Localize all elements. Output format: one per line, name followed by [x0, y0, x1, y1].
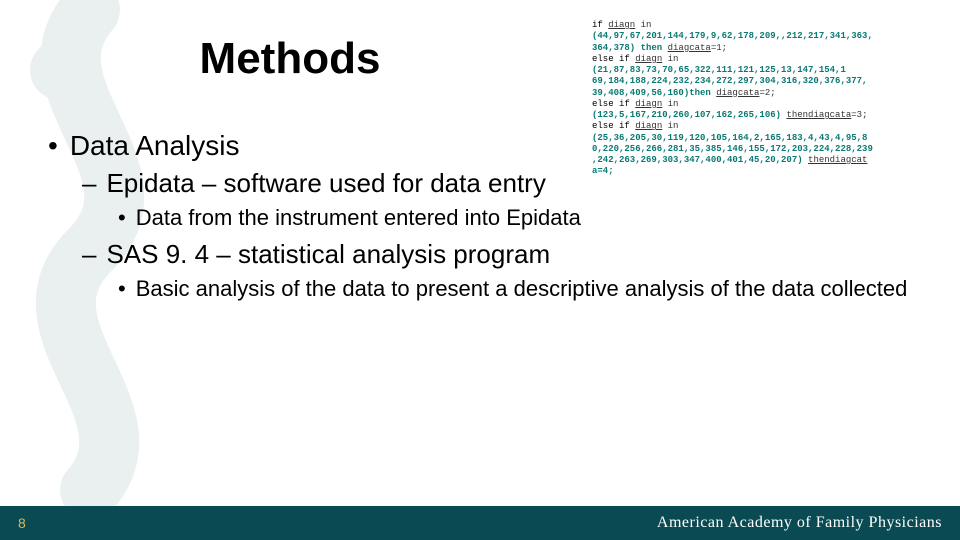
footer-bar: 8 American Academy of Family Physicians: [0, 506, 960, 540]
brand-text: American Academy of Family Physicians: [657, 514, 942, 532]
slide-number: 8: [18, 515, 26, 531]
slide-title: Methods: [0, 34, 580, 84]
slide-body: Data Analysis Epidata – software used fo…: [48, 120, 930, 310]
bullet-l2: SAS 9. 4 – statistical analysis program: [82, 239, 930, 270]
bullet-l3: Basic analysis of the data to present a …: [118, 276, 930, 302]
slide: Methods if diagn in (44,97,67,201,144,17…: [0, 0, 960, 540]
bullet-l1: Data Analysis: [48, 130, 930, 162]
bullet-l2: Epidata – software used for data entry: [82, 168, 930, 199]
bullet-l3: Data from the instrument entered into Ep…: [118, 205, 930, 231]
